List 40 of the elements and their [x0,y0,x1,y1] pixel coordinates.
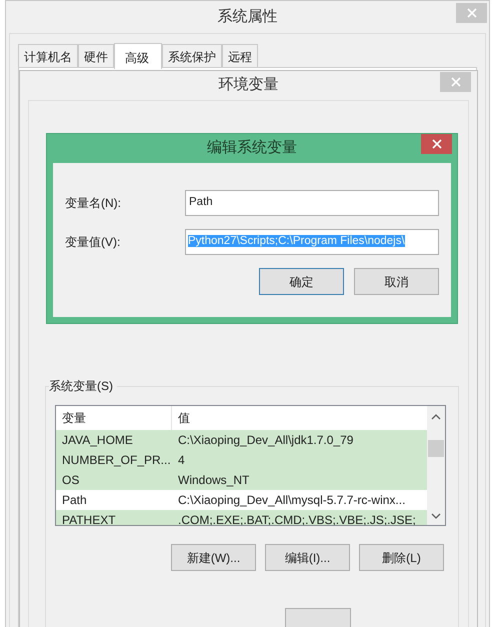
window-title: 环境变量 [218,75,278,96]
list-row[interactable]: Path C:\Xiaoping_Dev_All\mysql-5.7.7-rc-winx... [56,490,428,510]
list-row[interactable]: JAVA_HOME C:\Xiaoping_Dev_All\jdk1.7.0_79 [56,430,428,450]
variable-name: NUMBER_OF_PR... [61,452,172,469]
close-button[interactable] [421,134,452,154]
group-label: 系统变量(S) [49,377,117,395]
variable-value: 4 [177,452,185,469]
scrollbar[interactable] [427,406,445,525]
scroll-down-icon[interactable] [431,512,442,520]
field-label: 变量名(N): [65,195,122,212]
dialog-button[interactable]: 确定 [259,268,344,295]
list-button[interactable]: 删除(L) [359,544,444,571]
tab[interactable]: 计算机名 [18,44,78,67]
list-row[interactable]: NUMBER_OF_PR... 4 [56,450,428,470]
variable-name: JAVA_HOME [61,432,134,449]
tab[interactable]: 硬件 [78,44,114,67]
close-icon [450,77,460,87]
close-icon [432,139,442,149]
window-title: 系统属性 [218,6,278,27]
scroll-up-icon[interactable] [431,413,442,421]
dialog-button[interactable]: 取消 [354,268,439,295]
list-row[interactable]: OS Windows_NT [56,470,428,490]
dialog-title: 编辑系统变量 [207,138,297,158]
tab[interactable]: 系统保护 [162,44,222,67]
variable-name: PATHEXT [61,512,117,525]
scroll-thumb[interactable] [428,440,444,457]
list-button[interactable]: 新建(W)... [171,544,256,571]
variable-value: C:\Xiaoping_Dev_All\jdk1.7.0_79 [177,432,354,449]
variable-value: C:\Xiaoping_Dev_All\mysql-5.7.7-rc-winx... [177,492,406,509]
tab[interactable]: 高级 [114,43,162,69]
dialog-button[interactable] [285,608,351,627]
list-button[interactable]: 编辑(I)... [265,544,350,571]
tab[interactable]: 远程 [222,44,258,67]
variable-value: Windows_NT [177,472,250,489]
input-field[interactable]: Path [185,190,439,216]
field-label: 变量值(V): [65,234,122,251]
variable-name: OS [61,472,80,489]
close-icon [466,8,476,18]
column-header[interactable]: 值 [172,409,190,427]
variable-name: Path [61,492,88,509]
